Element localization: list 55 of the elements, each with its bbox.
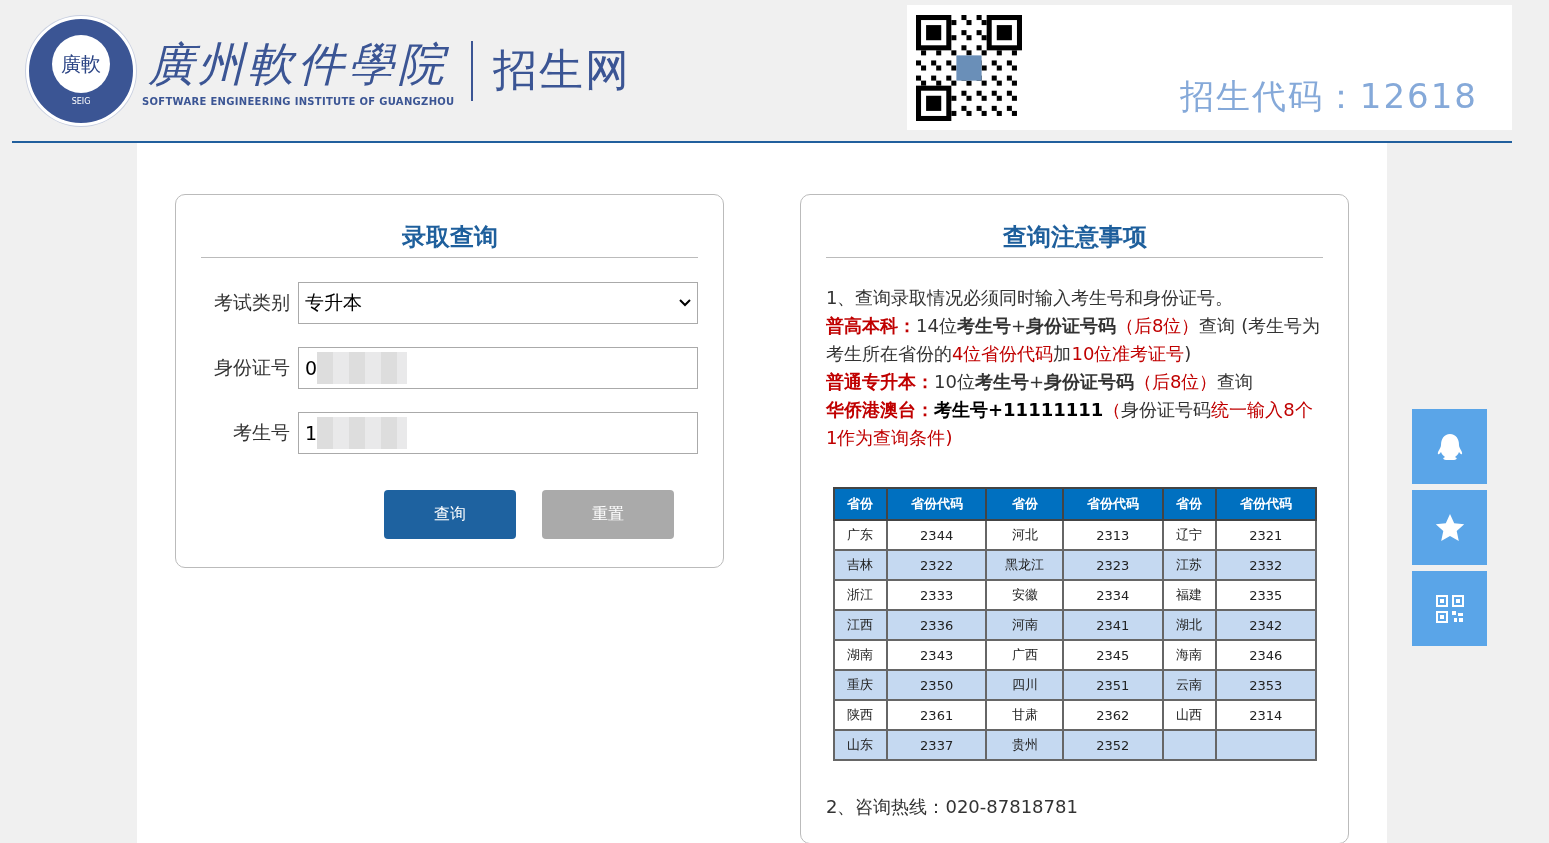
input-field[interactable]: 1 [298, 412, 698, 454]
school-name: 廣州軟件學院 [148, 36, 449, 93]
field-label: 考生号 [232, 420, 290, 445]
table-cell: 2353 [1215, 670, 1316, 700]
query-button[interactable]: 查询 [384, 490, 516, 539]
table-cell [1162, 730, 1216, 760]
field-label: 考试类别 [213, 290, 290, 315]
enrollment-code: 招生代码：12618 [1179, 75, 1478, 118]
favorite-button[interactable] [1412, 490, 1487, 565]
table-cell: 重庆 [833, 670, 887, 700]
notice-text: 普高本科：14位考生号+身份证号码（后8位）查询 (考生号为考生所在省份的4位省份代码加 10位准考证号) [826, 314, 1322, 366]
exam-type-select[interactable]: 专升本 [298, 282, 698, 324]
table-cell: 河南 [986, 610, 1063, 640]
column-header: 省份代码 [1062, 488, 1163, 520]
table-cell: 云南 [1162, 670, 1216, 700]
site-name: 招生网 [492, 43, 631, 97]
table-cell: 江苏 [1162, 550, 1216, 580]
notice-text: 华侨港澳台：考生号+11111111（身份证号码统一输入8个1作为查询条件) [826, 398, 1314, 450]
table-cell: 2352 [1062, 730, 1163, 760]
notice-text: 1、查询录取情况必须同时输入考生号和身份证号。 [826, 286, 1235, 310]
table-cell: 2336 [886, 610, 987, 640]
table-cell: 2342 [1215, 610, 1316, 640]
column-header: 省份代码 [1215, 488, 1316, 520]
card-title: 录取查询 [201, 221, 698, 258]
table-cell: 2322 [886, 550, 987, 580]
table-cell: 贵州 [986, 730, 1063, 760]
table-cell: 2351 [1062, 670, 1163, 700]
hotline-text: 2、咨询热线：020-87818781 [826, 795, 1079, 819]
table-cell: 四川 [986, 670, 1063, 700]
table-cell: 吉林 [833, 550, 887, 580]
qr-code-icon [1433, 592, 1466, 625]
column-header: 省份 [986, 488, 1063, 520]
table-cell: 2350 [886, 670, 987, 700]
seal-caption: SEIG [71, 97, 91, 106]
chevron-down-icon [679, 299, 691, 307]
table-cell: 湖北 [1162, 610, 1216, 640]
table-cell: 2341 [1062, 610, 1163, 640]
table-cell: 山东 [833, 730, 887, 760]
school-name-english: SOFTWARE ENGINEERING INSTITUTE OF GUANGZHOU [142, 96, 455, 107]
qr-code-icon [916, 14, 1022, 121]
table-cell: 江西 [833, 610, 887, 640]
table-cell: 2337 [886, 730, 987, 760]
column-header: 省份代码 [886, 488, 987, 520]
qr-code-button[interactable] [1412, 571, 1487, 646]
table-cell: 黑龙江 [986, 550, 1063, 580]
notice-text: 普通专升本：10位考生号+身份证号码（后8位）查询 [826, 370, 1255, 394]
column-header: 省份 [833, 488, 887, 520]
field-label: 身份证号 [213, 355, 290, 380]
column-header: 省份 [1162, 488, 1216, 520]
table-cell: 2332 [1215, 550, 1316, 580]
input-field[interactable]: 0 [298, 347, 698, 389]
chat-button[interactable] [1412, 409, 1487, 484]
card-title: 查询注意事项 [826, 221, 1323, 258]
table-cell: 2323 [1062, 550, 1163, 580]
seal-text: 廣軟 [52, 35, 110, 93]
